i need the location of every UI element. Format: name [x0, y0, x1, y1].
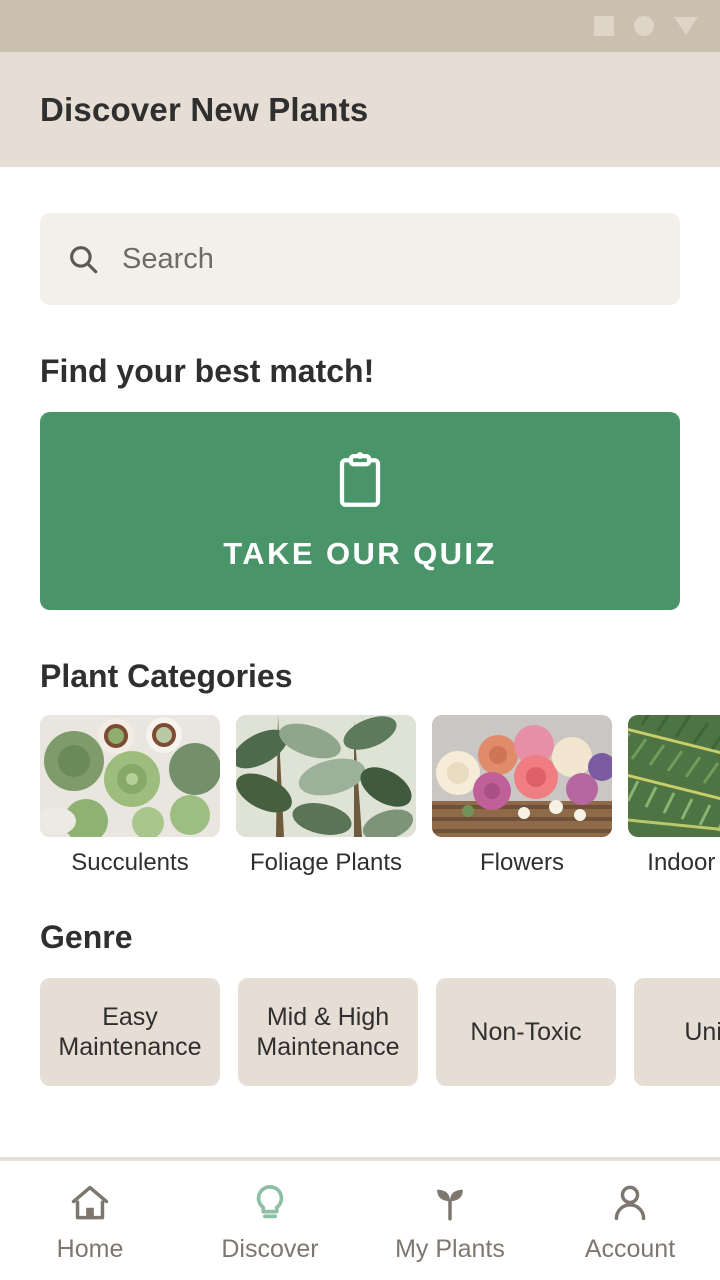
lightbulb-icon	[256, 1185, 284, 1219]
genre-chip-unique[interactable]: Unique	[634, 977, 720, 1086]
category-label: Foliage Plants	[249, 849, 403, 876]
search-section: Search	[0, 167, 720, 305]
genre-label: Unique	[684, 1017, 720, 1046]
genre-chip-easy-maintenance[interactable]: Easy Maintenance	[40, 977, 220, 1086]
seedling-icon	[437, 1189, 463, 1221]
genre-label: Mid & High Maintenance	[256, 1002, 400, 1061]
nav-label: Home	[56, 1235, 124, 1263]
genre-section: Genre Easy Maintenance Mid & High Mainte…	[0, 877, 720, 1086]
category-label: Succulents	[71, 849, 189, 876]
home-icon	[71, 1185, 109, 1220]
succulents-photo	[40, 715, 220, 837]
indoor-plants-photo	[628, 715, 720, 837]
foliage-plants-photo	[236, 715, 416, 837]
nav-item-my-plants[interactable]: My Plants	[360, 1177, 540, 1264]
clipboard-icon	[339, 452, 381, 507]
bottom-nav: Home Discover My Plants Account	[0, 1161, 720, 1280]
search-icon	[70, 246, 98, 274]
search-placeholder: Search	[122, 242, 214, 275]
genre-label: Easy Maintenance	[58, 1002, 202, 1061]
category-label: Flowers	[479, 849, 564, 876]
quiz-heading: Find your best match!	[40, 353, 375, 389]
circle-icon	[634, 16, 654, 36]
plant-categories-section: Plant Categories Succulents Foliage Plan…	[0, 610, 720, 877]
main-content: Search Find your best match! TAKE OUR QU…	[0, 167, 720, 1157]
square-icon	[594, 16, 614, 36]
category-card-indoor-plants[interactable]: Indoor Plants	[628, 715, 720, 877]
triangle-down-icon	[674, 17, 698, 35]
genre-list[interactable]: Easy Maintenance Mid & High Maintenance …	[40, 977, 720, 1086]
genre-label: Non-Toxic	[470, 1017, 582, 1046]
plant-categories-heading: Plant Categories	[40, 658, 293, 694]
person-icon	[614, 1185, 646, 1221]
category-card-succulents[interactable]: Succulents	[40, 715, 220, 877]
search-input[interactable]: Search	[40, 213, 680, 305]
status-bar	[0, 0, 720, 52]
nav-label: Discover	[221, 1235, 319, 1263]
nav-item-discover[interactable]: Discover	[180, 1177, 360, 1264]
genre-chip-non-toxic[interactable]: Non-Toxic	[436, 977, 616, 1086]
flowers-photo	[432, 715, 612, 837]
nav-item-account[interactable]: Account	[540, 1177, 720, 1264]
nav-item-home[interactable]: Home	[0, 1177, 180, 1264]
take-quiz-button[interactable]: TAKE OUR QUIZ	[40, 412, 680, 610]
plant-categories-list[interactable]: Succulents Foliage Plants Flowers Indoor	[40, 715, 720, 877]
app-bar: Discover New Plants	[0, 52, 720, 167]
nav-label: My Plants	[395, 1235, 505, 1263]
category-card-flowers[interactable]: Flowers	[432, 715, 612, 877]
take-quiz-label: TAKE OUR QUIZ	[223, 536, 497, 571]
category-label: Indoor Plants	[647, 849, 720, 876]
category-card-foliage-plants[interactable]: Foliage Plants	[236, 715, 416, 877]
page-title: Discover New Plants	[40, 90, 369, 128]
genre-heading: Genre	[40, 918, 133, 955]
quiz-section: Find your best match! TAKE OUR QUIZ	[0, 305, 720, 610]
nav-label: Account	[584, 1235, 676, 1263]
genre-chip-mid-high-maintenance[interactable]: Mid & High Maintenance	[238, 977, 418, 1086]
app-screen: Discover New Plants Search Find your bes…	[0, 0, 720, 1280]
